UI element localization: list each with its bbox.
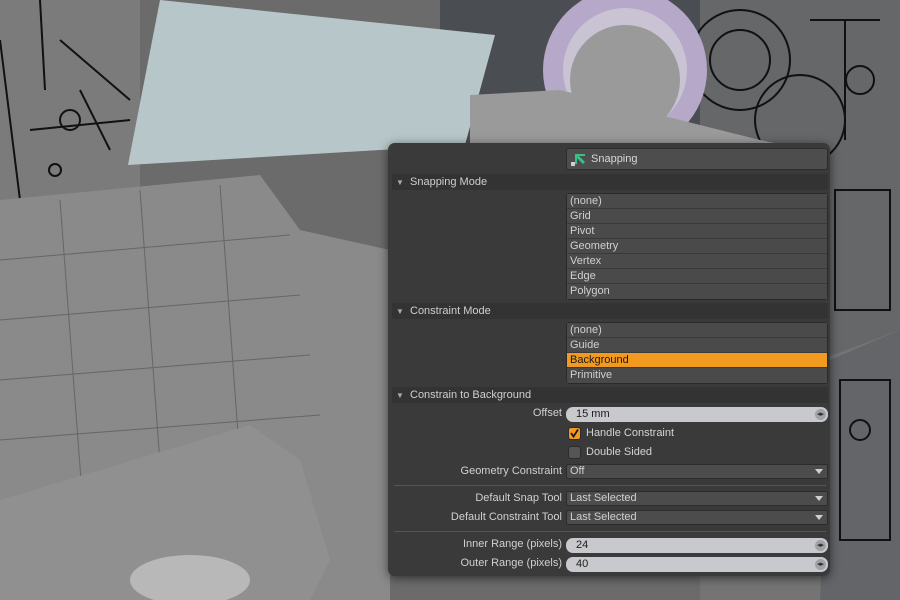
double-sided-checkbox[interactable] xyxy=(568,446,581,459)
snapping-mode-list[interactable]: (none) Grid Pivot Geometry Vertex Edge P… xyxy=(566,193,828,300)
handle-constraint-label: Handle Constraint xyxy=(586,427,675,439)
section-snapping-mode[interactable]: ▼ Snapping Mode xyxy=(392,174,828,190)
spin-arrows-icon[interactable]: ◂▸ xyxy=(815,559,826,570)
snapping-mode-item[interactable]: Grid xyxy=(567,209,827,224)
geometry-constraint-dropdown[interactable]: Off xyxy=(566,464,828,479)
constraint-mode-item[interactable]: Guide xyxy=(567,338,827,353)
double-sided-label: Double Sided xyxy=(586,446,653,458)
snapping-button-label: Snapping xyxy=(591,153,638,165)
offset-label: Offset xyxy=(532,407,562,419)
outer-range-label: Outer Range (pixels) xyxy=(460,557,563,569)
snapping-mode-item[interactable]: Pivot xyxy=(567,224,827,239)
default-snap-tool-label: Default Snap Tool xyxy=(475,492,562,504)
dropdown-arrow-icon xyxy=(815,515,823,520)
offset-value: 15 mm xyxy=(576,408,610,420)
dropdown-arrow-icon xyxy=(815,496,823,501)
snapping-mode-item[interactable]: Vertex xyxy=(567,254,827,269)
outer-range-value: 40 xyxy=(576,558,589,570)
collapse-triangle-icon[interactable]: ▼ xyxy=(396,307,406,316)
dropdown-arrow-icon xyxy=(815,469,823,474)
geometry-constraint-label: Geometry Constraint xyxy=(460,465,562,477)
section-constrain-background-label: Constrain to Background xyxy=(410,389,532,401)
snapping-mode-item[interactable]: Edge xyxy=(567,269,827,284)
snapping-icon xyxy=(571,154,585,166)
section-snapping-mode-label: Snapping Mode xyxy=(410,176,488,188)
default-snap-tool-value: Last Selected xyxy=(570,492,637,504)
default-constraint-tool-value: Last Selected xyxy=(570,511,637,523)
section-constraint-mode-label: Constraint Mode xyxy=(410,305,491,317)
offset-field[interactable]: 15 mm ◂▸ xyxy=(566,407,828,422)
spin-arrows-icon[interactable]: ◂▸ xyxy=(815,409,826,420)
snapping-panel: Snapping ▼ Snapping Mode (none) Grid Piv… xyxy=(388,143,830,576)
divider xyxy=(394,485,826,486)
collapse-triangle-icon[interactable]: ▼ xyxy=(396,391,406,400)
snapping-mode-item[interactable]: (none) xyxy=(567,194,827,209)
default-snap-tool-dropdown[interactable]: Last Selected xyxy=(566,491,828,506)
collapse-triangle-icon[interactable]: ▼ xyxy=(396,178,406,187)
outer-range-field[interactable]: 40 ◂▸ xyxy=(566,557,828,572)
section-constraint-mode[interactable]: ▼ Constraint Mode xyxy=(392,303,828,319)
constraint-mode-item[interactable]: Primitive xyxy=(567,368,827,383)
snapping-mode-item[interactable]: Geometry xyxy=(567,239,827,254)
section-constrain-background[interactable]: ▼ Constrain to Background xyxy=(392,387,828,403)
divider xyxy=(394,531,826,532)
handle-constraint-checkbox[interactable] xyxy=(568,427,581,440)
geometry-constraint-value: Off xyxy=(570,465,585,477)
inner-range-field[interactable]: 24 ◂▸ xyxy=(566,538,828,553)
snapping-button[interactable]: Snapping xyxy=(566,148,828,170)
inner-range-label: Inner Range (pixels) xyxy=(462,538,562,550)
default-constraint-tool-label: Default Constraint Tool xyxy=(450,511,562,523)
checkmark-icon xyxy=(570,429,579,439)
snapping-mode-item[interactable]: Polygon xyxy=(567,284,827,299)
constraint-mode-list[interactable]: (none) Guide Background Primitive xyxy=(566,322,828,384)
constraint-mode-item-selected[interactable]: Background xyxy=(567,353,827,368)
constraint-mode-item[interactable]: (none) xyxy=(567,323,827,338)
inner-range-value: 24 xyxy=(576,539,589,551)
default-constraint-tool-dropdown[interactable]: Last Selected xyxy=(566,510,828,525)
spin-arrows-icon[interactable]: ◂▸ xyxy=(815,540,826,551)
